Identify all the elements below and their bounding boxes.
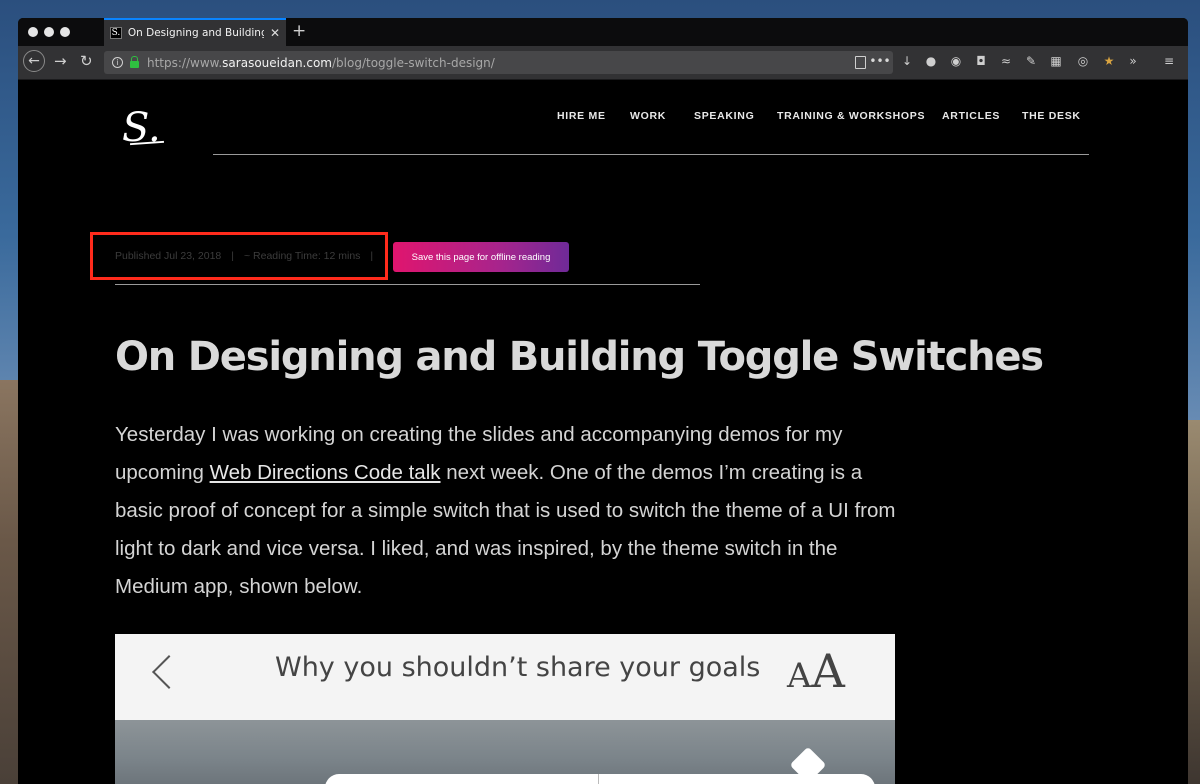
grid-extension-icon[interactable]: ▦ [1049, 54, 1063, 68]
zoom-window-button[interactable] [60, 27, 70, 37]
url-text[interactable]: https://www.sarasoueidan.com/blog/toggle… [147, 56, 495, 70]
minimize-window-button[interactable] [44, 27, 54, 37]
nav-articles[interactable]: ARTICLES [942, 110, 1000, 122]
article-title: On Designing and Building Toggle Switche… [115, 334, 1044, 380]
article-figure-image: Why you shouldn’t share your goals AA [115, 634, 895, 784]
desktop-wallpaper-right [1188, 420, 1200, 784]
url-path: /blog/toggle-switch-design/ [332, 55, 495, 70]
nav-speaking[interactable]: SPEAKING [694, 110, 754, 122]
figure-aa-small: A [787, 656, 812, 696]
figure-text-size-icon: AA [787, 644, 845, 698]
reload-button[interactable]: ↻ [80, 52, 93, 70]
nav-work[interactable]: WORK [630, 110, 666, 122]
figure-back-chevron-icon [151, 654, 171, 690]
navigation-toolbar: ← → ↻ i https://www.sarasoueidan.com/blo… [18, 46, 1188, 80]
url-domain: sarasoueidan.com [222, 55, 332, 70]
figure-aa-big: A [811, 644, 845, 698]
web-directions-link[interactable]: Web Directions Code talk [210, 461, 441, 484]
tab-title: On Designing and Building Toggle [127, 27, 264, 39]
nav-hire-me[interactable]: HIRE ME [557, 110, 606, 122]
desktop-wallpaper-left [0, 380, 18, 784]
bookmark-star-icon[interactable]: ★ [1102, 54, 1116, 68]
tab-active[interactable]: S. On Designing and Building Toggle ✕ [104, 18, 286, 46]
url-scheme: https://www. [147, 55, 223, 70]
figure-article-title: Why you shouldn’t share your goals [275, 652, 761, 683]
browser-window: S. On Designing and Building Toggle ✕ + … [18, 18, 1188, 784]
nav-training-workshops[interactable]: TRAINING & WORKSHOPS [777, 110, 925, 122]
url-bar[interactable]: i https://www.sarasoueidan.com/blog/togg… [104, 51, 874, 74]
fingerprint-icon[interactable]: ◎ [1076, 54, 1090, 68]
tab-bar: S. On Designing and Building Toggle ✕ + [18, 18, 1188, 46]
figure-app-header: Why you shouldn’t share your goals AA [115, 634, 895, 720]
meta-divider [115, 284, 700, 285]
lock-icon [130, 56, 139, 68]
save-offline-button[interactable]: Save this page for offline reading [393, 242, 569, 272]
site-info-icon[interactable]: i [112, 57, 123, 68]
favicon-icon: S. [110, 27, 122, 39]
annotation-highlight-box [90, 232, 388, 280]
downloads-icon[interactable]: ↓ [900, 54, 914, 68]
rss-icon[interactable]: ≈ [999, 54, 1013, 68]
site-logo[interactable]: S. [122, 108, 170, 148]
close-window-button[interactable] [28, 27, 38, 37]
hamburger-menu-icon[interactable]: ≡ [1162, 54, 1176, 68]
figure-popup-menu [325, 774, 875, 784]
forward-button[interactable]: → [54, 52, 67, 70]
chrome-extension-icon[interactable]: ◉ [949, 54, 963, 68]
figure-popup-divider [598, 774, 599, 784]
pocket-icon[interactable]: ◘ [974, 54, 988, 68]
overflow-chevron-icon[interactable]: » [1126, 54, 1140, 68]
reader-view-icon[interactable] [855, 56, 866, 69]
privacy-badger-icon[interactable]: ● [924, 54, 938, 68]
article-paragraph: Yesterday I was working on creating the … [115, 416, 905, 606]
close-tab-icon[interactable]: ✕ [270, 26, 280, 40]
page-actions-button[interactable]: ••• [867, 51, 893, 74]
tag-icon[interactable]: ✎ [1024, 54, 1038, 68]
new-tab-button[interactable]: + [292, 21, 306, 41]
back-button[interactable]: ← [23, 50, 45, 72]
header-divider [213, 154, 1089, 155]
nav-the-desk[interactable]: THE DESK [1022, 110, 1081, 122]
